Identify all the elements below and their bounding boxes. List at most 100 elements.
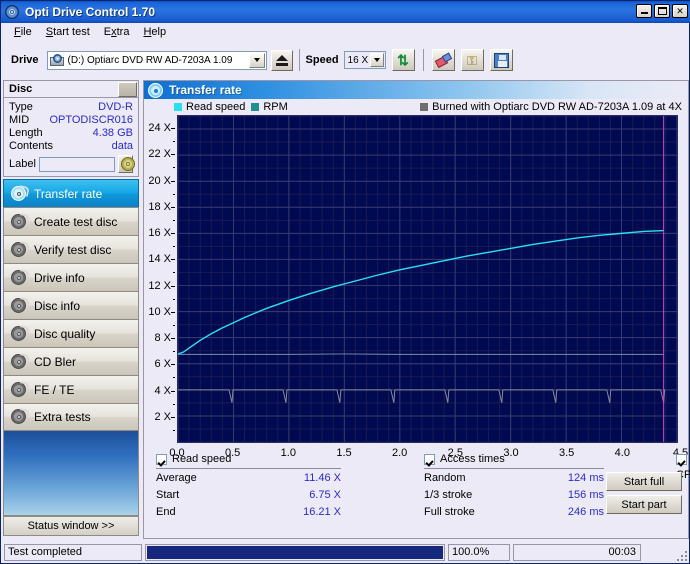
- maximize-button[interactable]: [654, 4, 670, 18]
- chevron-down-icon[interactable]: [248, 52, 265, 68]
- sidebar-item-disc-info[interactable]: Disc info: [3, 291, 139, 319]
- annotation-swatch: [420, 103, 429, 111]
- elapsed-time: 00:03: [608, 546, 636, 558]
- disc-length-key: Length: [9, 127, 43, 139]
- start-full-button[interactable]: Start full: [606, 472, 682, 491]
- disc-refresh-button[interactable]: [117, 155, 135, 173]
- minimize-button[interactable]: [636, 4, 652, 18]
- sidebar: Disc Type DVD-R MID OPTODISCR016 Length …: [3, 80, 139, 539]
- eject-button[interactable]: [270, 49, 293, 71]
- elapsed-time-cell: 00:03: [513, 543, 641, 561]
- disc-label-input[interactable]: [38, 156, 115, 172]
- y-tick-mark: [171, 364, 175, 366]
- y-tick-label: 18 X: [148, 200, 171, 213]
- sidebar-item-extra-tests[interactable]: Extra tests: [3, 403, 139, 431]
- application-window: Opti Drive Control 1.70 ✕ File Start tes…: [0, 0, 690, 564]
- sidebar-filler: [3, 431, 139, 516]
- y-tick-mark: [171, 233, 175, 235]
- sidebar-item-transfer-rate[interactable]: Transfer rate: [3, 179, 139, 207]
- burst-rate-checkbox-row[interactable]: Burst rate 41.9 MB/s: [676, 452, 690, 466]
- sidebar-item-disc-quality[interactable]: Disc quality: [3, 319, 139, 347]
- third-stroke-value: 156 ms: [567, 489, 604, 501]
- y-tick-label: 8 X: [154, 332, 171, 345]
- progress-bar: [145, 543, 445, 561]
- disc-contents-key: Contents: [9, 140, 54, 152]
- y-tick-mark: [171, 416, 175, 418]
- refresh-button[interactable]: ⇅: [391, 49, 415, 71]
- burst-rate-checkbox[interactable]: [676, 453, 687, 465]
- save-button[interactable]: [489, 49, 513, 71]
- sidebar-item-verify-test-disc[interactable]: Verify test disc: [3, 235, 139, 263]
- disc-icon: [10, 268, 30, 287]
- disc-length-value: 4.38 GB: [92, 127, 133, 139]
- y-tick-minor: [173, 377, 175, 379]
- y-tick-label: 20 X: [148, 174, 171, 187]
- sidebar-item-create-test-disc[interactable]: Create test disc: [3, 207, 139, 235]
- disc-label-row: Label: [9, 155, 135, 173]
- start-full-label: Start full: [623, 475, 665, 488]
- refresh-icon: ⇅: [397, 52, 409, 68]
- sidebar-item-label: CD Bler: [34, 354, 77, 369]
- access-times-checkbox-row[interactable]: Access times: [424, 452, 604, 469]
- erase-button[interactable]: [431, 49, 455, 71]
- y-tick-label: 2 X: [154, 410, 171, 423]
- sidebar-item-label: Disc info: [34, 298, 81, 313]
- chart-annotation: Burned with Optiarc DVD RW AD-7203A 1.09…: [420, 101, 682, 113]
- sidebar-item-fe-te[interactable]: FE / TE: [3, 375, 139, 403]
- y-tick-minor: [173, 141, 175, 143]
- y-tick-mark: [171, 311, 175, 313]
- drive-select[interactable]: (D:) Optiarc DVD RW AD-7203A 1.09: [46, 50, 267, 70]
- chart-series-access-marks: [178, 389, 666, 403]
- menu-extra[interactable]: Extra: [97, 25, 137, 39]
- access-times-stats: Access times Random 124 ms 1/3 stroke 15…: [424, 452, 604, 520]
- chart-svg: [178, 116, 677, 442]
- speed-select[interactable]: 16 X: [343, 51, 386, 69]
- y-tick-minor: [173, 351, 175, 353]
- sidebar-item-cd-bler[interactable]: CD Bler: [3, 347, 139, 375]
- chart-grid-major: [178, 116, 677, 442]
- disc-panel-button[interactable]: [118, 81, 137, 97]
- status-bar: Test completed 100.0% 00:03: [1, 541, 689, 563]
- start-part-label: Start part: [621, 498, 667, 511]
- start-part-button[interactable]: Start part: [606, 495, 682, 514]
- disc-icon: [10, 296, 30, 315]
- chart-series-read-speed: [178, 229, 664, 355]
- access-times-checkbox[interactable]: [424, 453, 435, 465]
- status-window-button[interactable]: Status window >>: [3, 516, 139, 536]
- disc-contents-value: data: [111, 140, 133, 152]
- y-tick-mark: [171, 128, 175, 130]
- disc-icon: [10, 212, 30, 231]
- disc-icon: [148, 82, 163, 98]
- key-icon: ⚿: [467, 53, 477, 68]
- status-window-button-label: Status window >>: [27, 520, 115, 532]
- y-tick-minor: [173, 219, 175, 221]
- read-speed-checkbox-row[interactable]: Read speed: [156, 452, 341, 469]
- annotation-label: Burned with Optiarc DVD RW AD-7203A 1.09…: [432, 101, 682, 113]
- disc-row-length: Length 4.38 GB: [9, 127, 133, 140]
- save-icon: [493, 53, 509, 68]
- key-button[interactable]: ⚿: [460, 49, 484, 71]
- sidebar-item-label: Drive info: [34, 270, 85, 285]
- read-speed-stats: Read speed Average 11.46 X Start 6.75 X …: [156, 452, 341, 520]
- drive-select-value: (D:) Optiarc DVD RW AD-7203A 1.09: [67, 54, 233, 66]
- y-tick-label: 12 X: [148, 279, 171, 292]
- disc-panel-header: Disc: [4, 81, 138, 98]
- y-tick-mark: [171, 180, 175, 182]
- disc-panel-title: Disc: [9, 83, 33, 95]
- sidebar-item-drive-info[interactable]: Drive info: [3, 263, 139, 291]
- status-message: Test completed: [8, 546, 82, 558]
- resize-grip[interactable]: [675, 549, 687, 561]
- full-stroke-key: Full stroke: [424, 506, 475, 518]
- third-stroke-key: 1/3 stroke: [424, 489, 473, 501]
- menu-file[interactable]: File: [7, 25, 39, 39]
- progress-percent-cell: 100.0%: [448, 543, 510, 561]
- menu-help[interactable]: Help: [136, 25, 173, 39]
- stat-row-random: Random 124 ms: [424, 471, 604, 486]
- progress-bar-fill: [147, 545, 443, 559]
- menu-start-test[interactable]: Start test: [39, 25, 97, 39]
- read-speed-checkbox[interactable]: [156, 453, 167, 465]
- disc-icon: [10, 184, 30, 203]
- y-tick-minor: [173, 246, 175, 248]
- chevron-down-icon[interactable]: [369, 53, 384, 67]
- close-button[interactable]: ✕: [672, 4, 688, 18]
